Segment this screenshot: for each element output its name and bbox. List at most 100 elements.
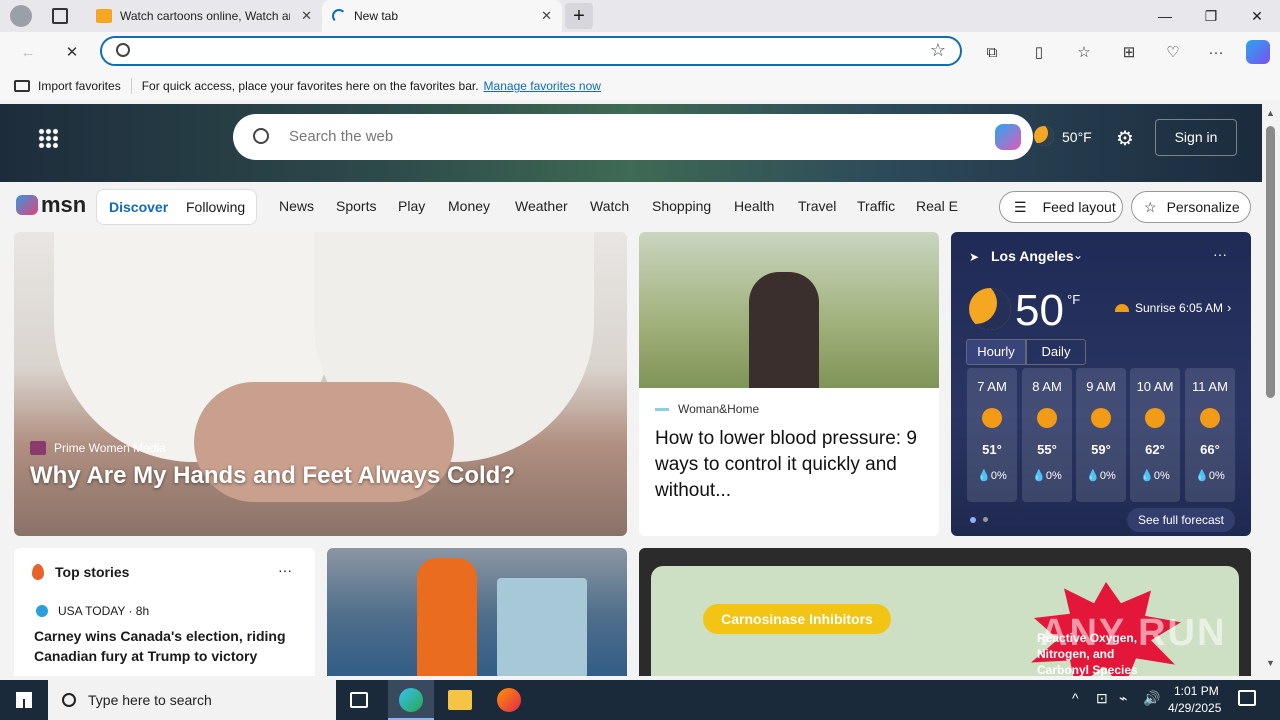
tab-daily[interactable]: Daily [1026, 339, 1086, 365]
address-input[interactable]: ☆ [100, 36, 962, 66]
story-title[interactable]: How to lower blood pressure: 9 ways to c… [655, 426, 927, 504]
nav-watch[interactable]: Watch [590, 198, 629, 214]
import-favorites-button[interactable]: Import favorites [38, 79, 121, 93]
manage-favorites-link[interactable]: Manage favorites now [484, 79, 601, 93]
weather-location[interactable]: Los Angeles [991, 248, 1074, 264]
back-icon[interactable]: ← [16, 40, 40, 64]
profile-icon[interactable] [10, 5, 32, 27]
favorite-star-icon[interactable]: ☆ [930, 40, 946, 61]
performance-icon[interactable]: ♡ [1161, 40, 1185, 64]
task-view-icon[interactable] [350, 692, 368, 708]
source-logo-icon [30, 441, 46, 455]
hour-column: 11 AM 66° 💧0% [1185, 368, 1235, 502]
extensions-icon[interactable]: ⧉ [980, 40, 1004, 64]
restore-button[interactable]: ❐ [1188, 0, 1234, 32]
file-explorer-icon[interactable] [448, 690, 472, 710]
personalize-button[interactable]: ☆ Personalize [1131, 191, 1251, 223]
usa-today-icon [36, 605, 48, 617]
close-window-button[interactable]: ✕ [1234, 0, 1280, 32]
nav-traffic[interactable]: Traffic [857, 198, 895, 214]
hour-temp: 51° [982, 442, 1002, 457]
see-full-forecast-button[interactable]: See full forecast [1127, 508, 1235, 532]
new-tab-button[interactable]: + [565, 3, 593, 29]
tab-active[interactable]: New tab ✕ [322, 0, 562, 32]
nav-health[interactable]: Health [734, 198, 774, 214]
hour-precip: 💧0% [977, 470, 1007, 482]
copilot-icon[interactable] [1246, 40, 1270, 64]
precip-value: 0% [1208, 470, 1225, 482]
start-windows-icon[interactable] [16, 692, 32, 708]
more-menu-icon[interactable]: ··· [1204, 40, 1228, 64]
msn-logo[interactable]: msn [16, 192, 86, 218]
scroll-thumb[interactable] [1266, 126, 1275, 398]
favorites-message: For quick access, place your favorites h… [141, 79, 479, 93]
hero-banner: Search the web 50°F ⚙ Sign in [0, 104, 1262, 182]
minimize-button[interactable]: — [1142, 0, 1188, 32]
tab-actions-icon[interactable] [52, 8, 68, 24]
nav-shopping[interactable]: Shopping [652, 198, 711, 214]
more-options-icon[interactable]: ··· [278, 562, 292, 578]
split-screen-icon[interactable]: ▯ [1027, 40, 1051, 64]
title-bar: Watch cartoons online, Watch ani ✕ New t… [0, 0, 1280, 32]
network-icon[interactable]: ⊡ [1096, 690, 1108, 707]
chevron-right-icon[interactable]: › [1227, 300, 1231, 315]
scroll-down-icon[interactable]: ▼ [1266, 658, 1275, 668]
sign-in-button[interactable]: Sign in [1155, 119, 1237, 156]
carousel-dot-active[interactable] [970, 517, 976, 523]
hero-story-card[interactable]: Prime Women Media Why Are My Hands and F… [14, 232, 627, 536]
msn-search-input[interactable]: Search the web [289, 128, 393, 145]
taskbar-search[interactable]: Type here to search [48, 680, 336, 720]
divider [130, 78, 132, 94]
address-bar: ← ✕ ☆ ⧉ ▯ ☆ ⊞ ♡ ··· [0, 32, 1280, 72]
scroll-up-icon[interactable]: ▲ [1266, 108, 1275, 118]
close-tab-icon[interactable]: ✕ [301, 8, 312, 24]
moon-icon [1034, 126, 1054, 146]
nav-play[interactable]: Play [398, 198, 425, 214]
wifi-icon[interactable]: ⌁ [1119, 690, 1127, 707]
close-tab-icon[interactable]: ✕ [541, 8, 552, 24]
notifications-icon[interactable] [1238, 690, 1256, 706]
taskbar-time[interactable]: 1:01 PM [1174, 684, 1219, 698]
nav-weather[interactable]: Weather [515, 198, 568, 214]
tab-hourly[interactable]: Hourly [966, 339, 1026, 365]
story-source: Woman&Home [678, 402, 760, 416]
hour-time: 8 AM [1032, 379, 1062, 394]
nav-money[interactable]: Money [448, 198, 490, 214]
firefox-icon[interactable] [497, 688, 521, 712]
sunrise-text: Sunrise 6:05 AM [1135, 301, 1224, 315]
favorites-icon[interactable]: ☆ [1072, 40, 1096, 64]
story-source: USA TODAY · 8h [58, 604, 150, 618]
msn-search-box[interactable]: Search the web [233, 114, 1033, 160]
header-temp[interactable]: 50°F [1062, 129, 1092, 145]
collections-icon[interactable]: ⊞ [1117, 40, 1141, 64]
nav-news[interactable]: News [279, 198, 314, 214]
chevron-down-icon[interactable]: ⌄ [1073, 248, 1083, 262]
story-card[interactable]: Woman&Home How to lower blood pressure: … [639, 232, 939, 536]
story-headline[interactable]: Carney wins Canada's election, riding Ca… [34, 626, 304, 666]
nav-sports[interactable]: Sports [336, 198, 376, 214]
feed-layout-button[interactable]: ☰ Feed layout [999, 191, 1123, 223]
nav-real-estate[interactable]: Real E [916, 198, 958, 214]
tab-discover[interactable]: Discover [109, 199, 168, 215]
hour-precip: 💧0% [1032, 470, 1062, 482]
loading-icon [332, 9, 346, 23]
nav-travel[interactable]: Travel [798, 198, 836, 214]
carousel-dot[interactable] [983, 517, 988, 522]
story-title[interactable]: Why Are My Hands and Feet Always Cold? [30, 462, 515, 490]
edge-logo-icon [399, 688, 423, 712]
sunrise-icon [1115, 304, 1129, 312]
page-scrollbar[interactable]: ▲ ▼ [1262, 104, 1280, 676]
settings-gear-icon[interactable]: ⚙ [1116, 126, 1134, 151]
chevron-up-icon[interactable]: ^ [1072, 690, 1079, 706]
stop-icon[interactable]: ✕ [60, 40, 84, 64]
more-options-icon[interactable]: ··· [1213, 246, 1227, 262]
image-story-card[interactable] [327, 548, 627, 676]
copilot-search-icon[interactable] [995, 124, 1021, 150]
apps-grid-icon[interactable] [38, 128, 58, 148]
taskbar-date[interactable]: 4/29/2025 [1168, 701, 1221, 715]
tab-inactive[interactable]: Watch cartoons online, Watch ani ✕ [86, 0, 322, 32]
edge-taskbar-icon[interactable] [388, 680, 434, 720]
volume-icon[interactable]: 🔊 [1143, 690, 1160, 707]
tab-following[interactable]: Following [186, 199, 245, 215]
hour-precip: 💧0% [1195, 470, 1225, 482]
